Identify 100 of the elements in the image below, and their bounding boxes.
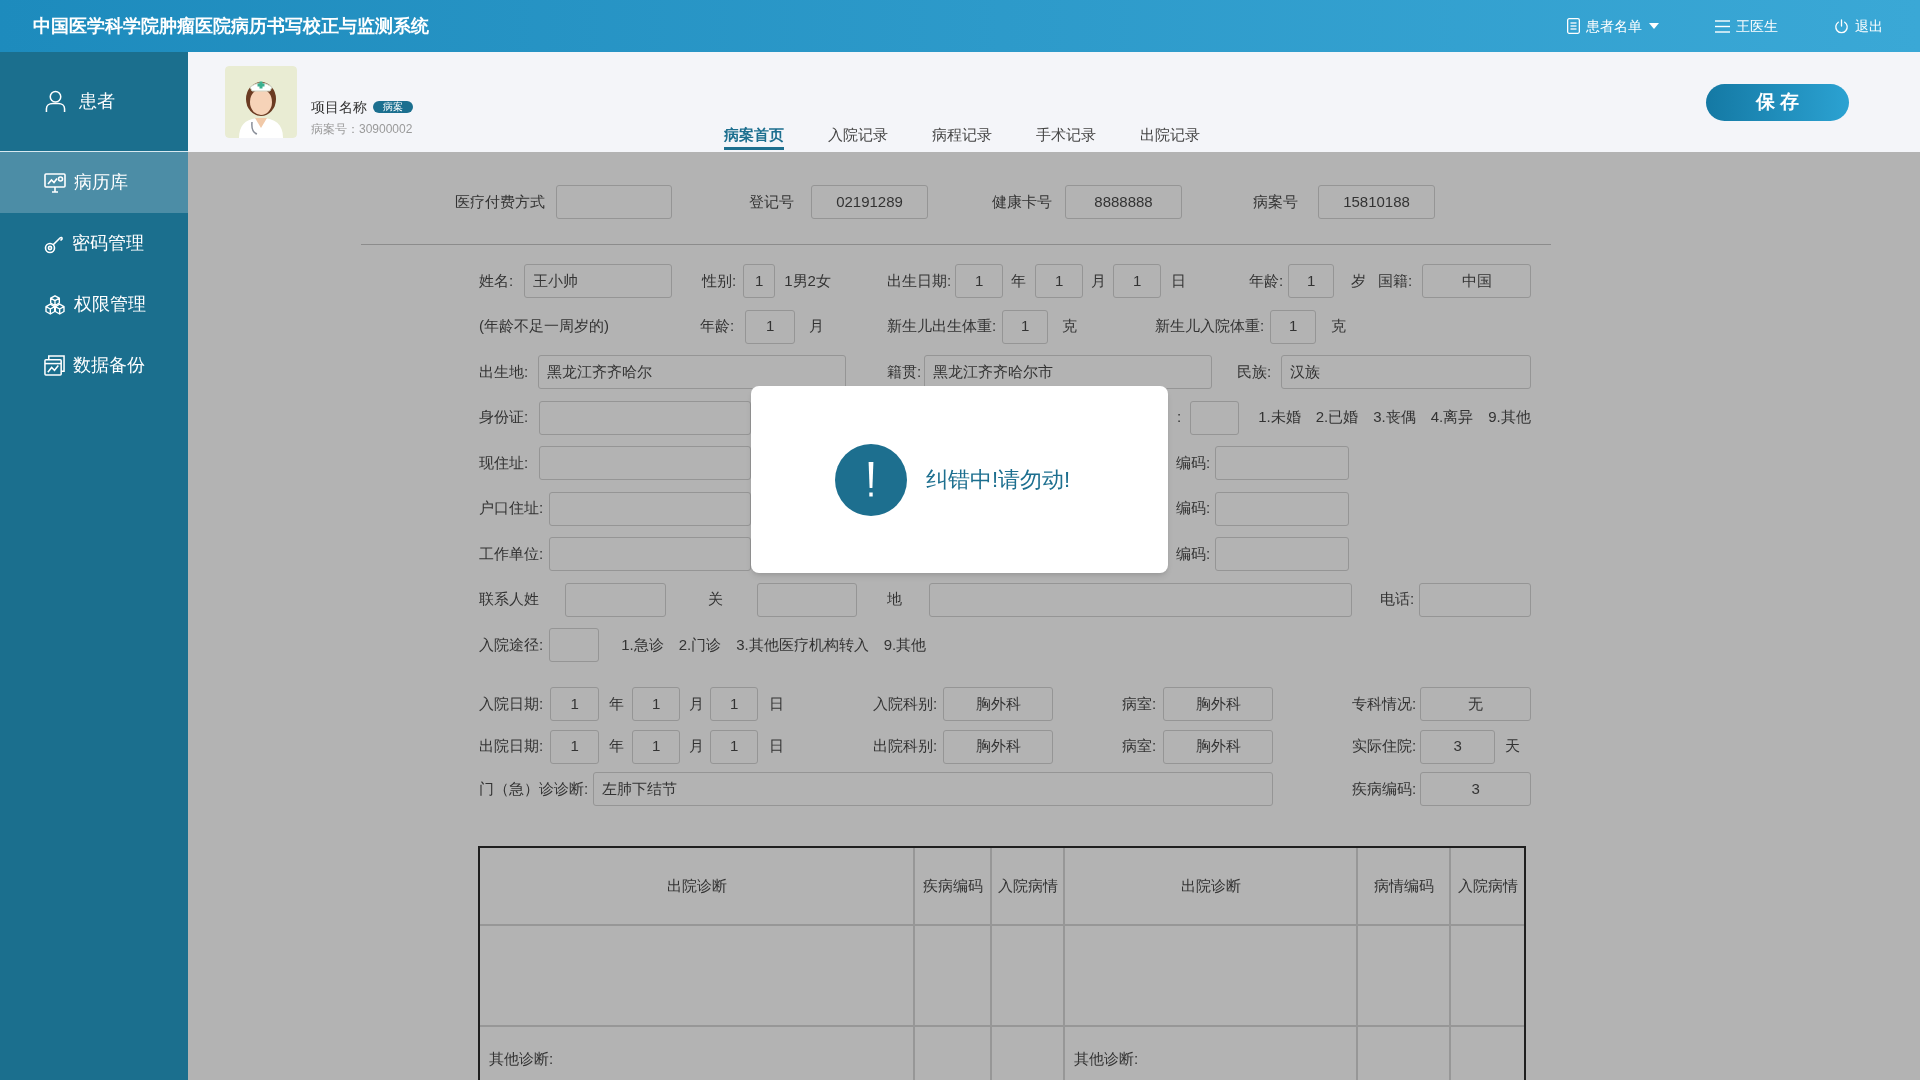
tab[interactable]: 入院记录 (828, 125, 888, 150)
input-field[interactable]: 1 (710, 687, 759, 721)
field-label: 出院科别: (873, 736, 938, 757)
field-label: 年龄: (700, 316, 735, 337)
form-text: 年 (609, 736, 625, 757)
input-field[interactable]: 1 (745, 309, 796, 344)
case-number: 病案号：30900002 (311, 121, 413, 137)
field-label: 门（急）诊诊断: (479, 778, 589, 799)
field-label: 编码: (1176, 498, 1211, 519)
input-field[interactable]: 胸外科 (1163, 687, 1274, 721)
field-label: 病室: (1122, 736, 1157, 757)
record-type-tag: 病案 (373, 101, 413, 113)
form-text: 9.其他 (883, 634, 927, 655)
field-label: 国籍: (1378, 270, 1413, 291)
input-field[interactable]: 1 (550, 687, 600, 721)
tab[interactable]: 出院记录 (1140, 125, 1200, 150)
column-header: 出院诊断 (1065, 848, 1358, 924)
input-field[interactable]: 胸外科 (943, 729, 1054, 764)
field-label: 电话: (1380, 589, 1415, 610)
input-field[interactable] (1419, 582, 1532, 617)
input-field[interactable]: 汉族 (1281, 355, 1532, 389)
input-field[interactable] (565, 582, 666, 617)
sidebar-item[interactable]: 权限管理 (0, 274, 188, 335)
input-field[interactable] (539, 446, 752, 480)
column-header: 病情编码 (1358, 848, 1451, 924)
input-field[interactable]: 8888888 (1065, 185, 1182, 219)
input-field[interactable] (757, 582, 857, 617)
input-field[interactable] (549, 491, 752, 526)
input-field[interactable]: 1 (1002, 309, 1049, 344)
input-field[interactable]: 无 (1420, 687, 1532, 721)
form-text: 1.未婚 (1258, 407, 1301, 428)
input-field[interactable]: 3 (1420, 772, 1532, 806)
field-label: 健康卡号 (992, 191, 1052, 212)
field-label: 新生儿出生体重: (887, 316, 997, 337)
input-field[interactable]: 1 (632, 729, 681, 764)
input-field[interactable]: 左肺下结节 (593, 772, 1274, 806)
table-cell: 其他诊断: (1074, 1049, 1139, 1069)
input-field[interactable] (1215, 537, 1350, 571)
field-label: 联系人姓 (479, 589, 539, 610)
input-field[interactable]: 1 (1113, 264, 1162, 298)
form-text: 1.急诊 (621, 634, 664, 655)
column-header: 入院病情 (1456, 875, 1519, 896)
menu-icon (1715, 19, 1730, 33)
input-field[interactable]: 1 (1288, 264, 1335, 298)
field-label: 登记号 (749, 191, 794, 212)
monitor-chart-icon (44, 172, 66, 193)
input-field[interactable]: 15810188 (1318, 185, 1435, 219)
form-text: 3.丧偶 (1373, 407, 1416, 428)
field-label: 编码: (1176, 543, 1211, 564)
input-field[interactable] (549, 628, 600, 662)
column-header: 疾病编码 (915, 848, 992, 924)
field-label: 地 (887, 589, 902, 610)
input-field[interactable]: 3 (1420, 729, 1496, 764)
input-field[interactable]: 1 (550, 729, 600, 764)
tab[interactable]: 病程记录 (932, 125, 992, 150)
input-field[interactable] (549, 537, 752, 571)
field-label: 民族: (1237, 361, 1272, 382)
form-text: 9.其他 (1488, 407, 1531, 428)
form-text: 1男2女 (784, 270, 831, 291)
input-field[interactable] (1190, 400, 1240, 435)
form-text: 日 (769, 693, 785, 714)
field-label: 实际住院: (1352, 736, 1417, 757)
input-field[interactable] (1215, 491, 1350, 526)
input-field[interactable]: 1 (955, 264, 1004, 298)
form-text: 日 (769, 736, 785, 757)
field-label: 户口住址: (479, 498, 544, 519)
input-field[interactable]: 胸外科 (943, 687, 1054, 721)
stacked-windows-icon (44, 355, 65, 376)
input-field[interactable]: 1 (1035, 264, 1084, 298)
tab[interactable]: 手术记录 (1036, 125, 1096, 150)
input-field[interactable] (556, 185, 672, 219)
sidebar-item[interactable]: 密码管理 (0, 213, 188, 274)
input-field[interactable] (539, 400, 752, 435)
nurse-avatar-icon (225, 66, 297, 138)
form-text: 月 (689, 693, 705, 714)
form-text: 天 (1505, 736, 1521, 757)
input-field[interactable]: 1 (743, 264, 776, 298)
form-text: 年 (609, 693, 625, 714)
sidebar-item[interactable]: 病历库 (0, 152, 188, 213)
input-field[interactable]: 胸外科 (1163, 729, 1274, 764)
input-field[interactable]: 1 (632, 687, 681, 721)
input-field[interactable]: 中国 (1422, 264, 1532, 298)
field-label: 入院途径: (479, 634, 544, 655)
field-label: 编码: (1176, 452, 1211, 473)
sidebar-item[interactable]: 数据备份 (0, 335, 188, 396)
input-field[interactable] (929, 582, 1352, 617)
input-field[interactable]: 1 (710, 729, 759, 764)
field-label: 病案号 (1253, 191, 1298, 212)
field-label: 性别: (702, 270, 737, 291)
input-field[interactable]: 王小帅 (524, 264, 673, 298)
field-label: 入院科别: (873, 693, 938, 714)
document-icon (1567, 18, 1580, 34)
patients-link[interactable]: 患者 (0, 88, 115, 115)
column-header: 入院病情 (992, 848, 1065, 924)
save-button[interactable]: 保 存 (1706, 84, 1849, 121)
form-text: (年龄不足一周岁的) (479, 316, 609, 337)
input-field[interactable]: 02191289 (811, 185, 928, 219)
field-label: 工作单位: (479, 543, 544, 564)
input-field[interactable] (1215, 446, 1350, 480)
input-field[interactable]: 1 (1270, 309, 1317, 344)
